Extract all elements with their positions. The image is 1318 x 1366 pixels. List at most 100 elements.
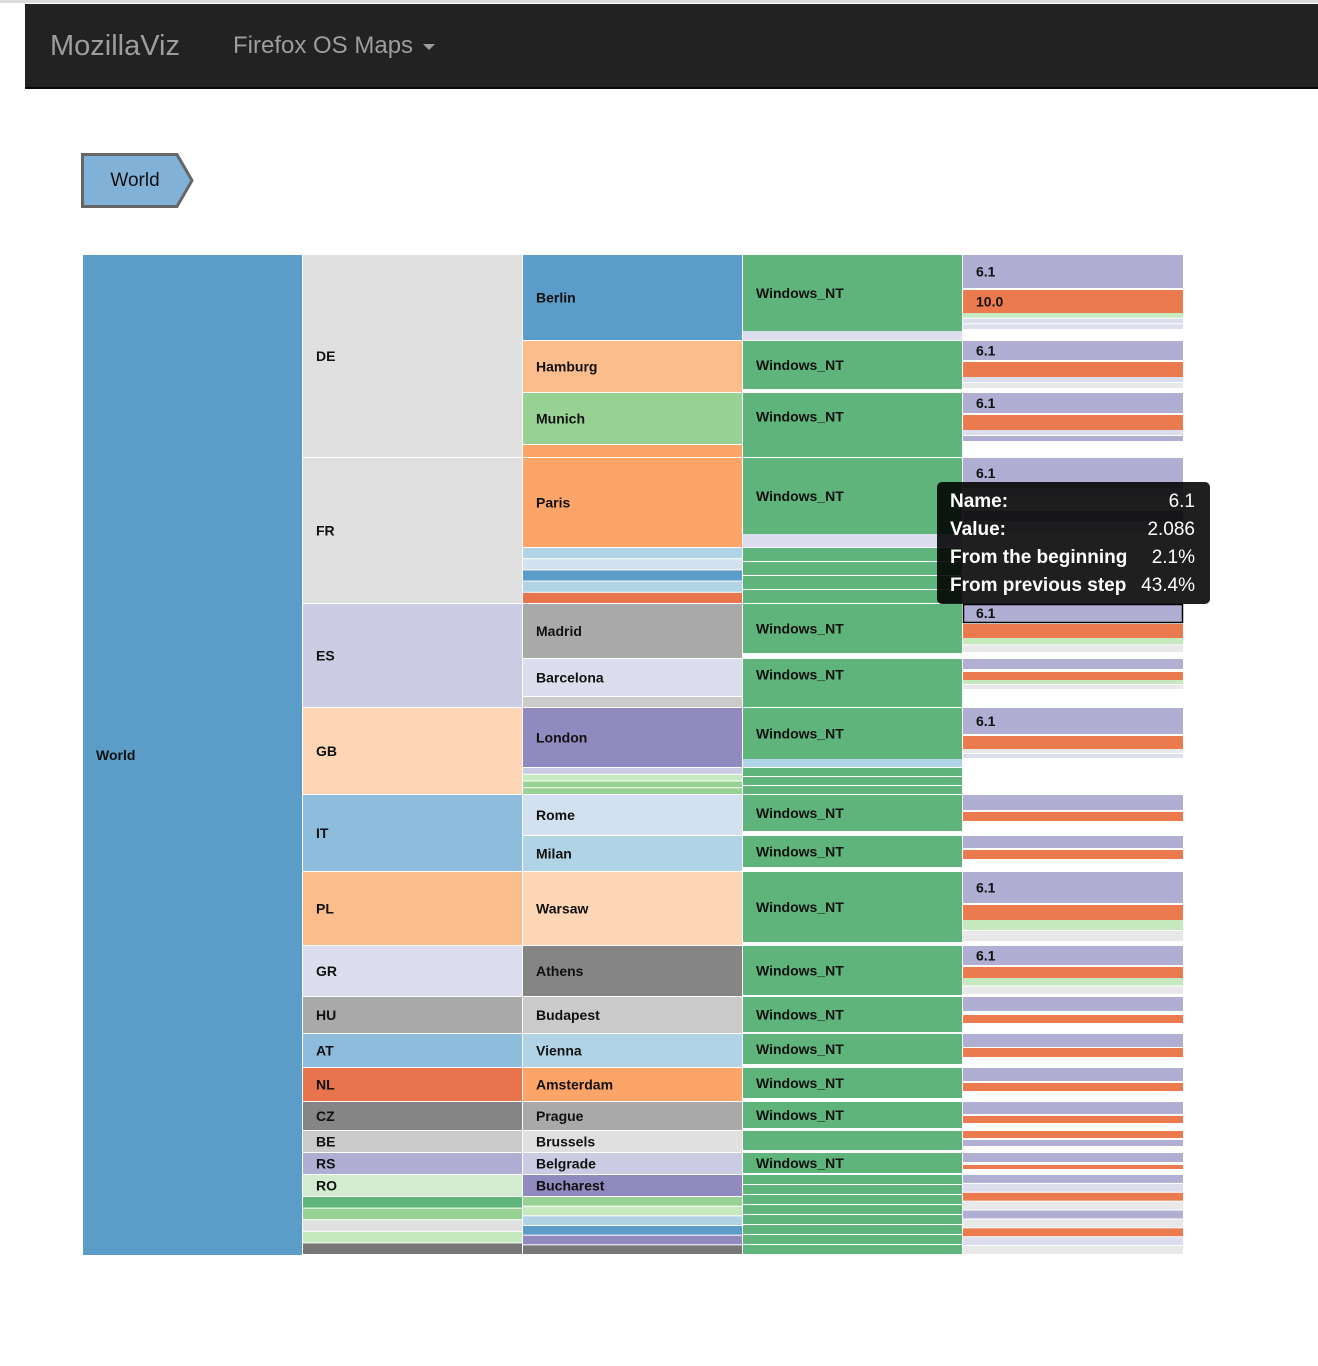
node-city-madrid[interactable]: Madrid (523, 604, 742, 658)
node-city-brussels[interactable]: Brussels (523, 1131, 742, 1152)
node-os-2-rest-strip-0[interactable] (743, 440, 962, 457)
node-country-other-strip-0[interactable] (303, 1197, 522, 1208)
node-os-0-rest-strip-0[interactable] (743, 331, 962, 340)
node-os-5-rest-strip-0[interactable] (743, 690, 962, 707)
node-city-es-other-strip-0[interactable] (523, 697, 742, 707)
node-os-3[interactable]: Windows_NT (743, 458, 962, 534)
node-version-other-strip-6[interactable] (963, 1228, 1183, 1237)
node-city-fr-other-strip-4[interactable] (523, 592, 742, 603)
node-city-fr-other-strip-0[interactable] (523, 548, 742, 559)
node-os-5[interactable]: Windows_NT (743, 659, 962, 690)
node-version-0-rest-strip-1[interactable] (963, 318, 1183, 324)
node-os-other-strip-6[interactable] (743, 1235, 962, 1244)
node-city-gb-other-strip-2[interactable] (523, 781, 742, 788)
node-version-15[interactable] (963, 836, 1183, 848)
node-city-fr-other-strip-2[interactable] (523, 570, 742, 581)
node-city-amsterdam[interactable]: Amsterdam (523, 1068, 742, 1101)
node-version-18[interactable] (963, 905, 1183, 920)
node-city-paris[interactable]: Paris (523, 458, 742, 547)
node-version-5-rest-strip-1[interactable] (963, 685, 1183, 689)
node-country-be[interactable]: BE (303, 1131, 522, 1152)
node-os-0[interactable]: Windows_NT (743, 255, 962, 331)
node-version-other-strip-5[interactable] (963, 1219, 1183, 1228)
node-version-21[interactable] (963, 997, 1183, 1011)
node-version-2-rest-strip-0[interactable] (963, 430, 1183, 435)
node-version-14[interactable] (963, 812, 1183, 821)
node-os-3-rest-strip-2[interactable] (743, 562, 962, 575)
node-country-de[interactable]: DE (303, 255, 522, 457)
node-city-belgrade[interactable]: Belgrade (523, 1153, 742, 1174)
node-country-at[interactable]: AT (303, 1034, 522, 1067)
node-city-other-strip-2[interactable] (523, 1216, 742, 1225)
node-version-2[interactable]: 6.1 (963, 341, 1183, 360)
node-version-26[interactable] (963, 1083, 1183, 1091)
node-city-bucharest[interactable]: Bucharest (523, 1175, 742, 1196)
node-os-other-strip-2[interactable] (743, 1195, 962, 1204)
node-os-2[interactable]: Windows_NT (743, 393, 962, 440)
node-os-10[interactable]: Windows_NT (743, 946, 962, 995)
node-country-nl[interactable]: NL (303, 1068, 522, 1101)
node-version-4-rest-strip-0[interactable] (963, 638, 1183, 645)
node-version-30[interactable] (963, 1140, 1183, 1146)
node-country-it[interactable]: IT (303, 795, 522, 871)
node-version-0-rest-strip-2[interactable] (963, 324, 1183, 329)
node-version-6-rest-strip-1[interactable] (963, 754, 1183, 758)
node-version-11[interactable]: 6.1 (963, 708, 1183, 734)
node-city-fr-other-strip-3[interactable] (523, 581, 742, 592)
node-version-20[interactable] (963, 967, 1183, 978)
node-os-14[interactable]: Windows_NT (743, 1102, 962, 1128)
node-city-london[interactable]: London (523, 708, 742, 767)
node-os-6-rest-strip-3[interactable] (743, 786, 962, 794)
node-version-9-rest-strip-0[interactable] (963, 920, 1183, 930)
node-version-other-strip-3[interactable] (963, 1201, 1183, 1210)
node-version-1[interactable]: 10.0 (963, 290, 1183, 313)
node-city-other-strip-0[interactable] (523, 1197, 742, 1206)
node-version-25[interactable] (963, 1068, 1183, 1081)
node-city-other-strip-5[interactable] (523, 1245, 742, 1254)
node-os-other-strip-0[interactable] (743, 1175, 962, 1184)
node-version-other-strip-7[interactable] (963, 1237, 1183, 1246)
node-os-13[interactable]: Windows_NT (743, 1068, 962, 1098)
node-version-5[interactable] (963, 415, 1183, 430)
node-os-6-rest-strip-1[interactable] (743, 768, 962, 776)
node-country-hu[interactable]: HU (303, 997, 522, 1033)
node-os-16[interactable]: Windows_NT (743, 1153, 962, 1173)
node-city-warsaw[interactable]: Warsaw (523, 872, 742, 945)
node-version-other-strip-1[interactable] (963, 1183, 1183, 1192)
node-os-3-rest-strip-1[interactable] (743, 548, 962, 561)
node-os-9[interactable]: Windows_NT (743, 872, 962, 942)
node-os-6-rest-strip-2[interactable] (743, 777, 962, 785)
node-city-gb-other-strip-0[interactable] (523, 768, 742, 774)
node-version-31[interactable] (963, 1153, 1183, 1162)
node-version-4-rest-strip-1[interactable] (963, 645, 1183, 653)
node-version-1-rest-strip-1[interactable] (963, 383, 1183, 388)
node-country-es[interactable]: ES (303, 604, 522, 707)
node-version-other-strip-0[interactable] (963, 1175, 1183, 1183)
node-version-29[interactable] (963, 1131, 1183, 1138)
node-version-12[interactable] (963, 736, 1183, 749)
node-country-gb[interactable]: GB (303, 708, 522, 794)
node-version-8[interactable] (963, 624, 1183, 638)
node-os-6[interactable]: Windows_NT (743, 708, 962, 759)
node-city-hamburg[interactable]: Hamburg (523, 341, 742, 392)
node-version-9[interactable] (963, 659, 1183, 669)
node-version-6-rest-strip-0[interactable] (963, 749, 1183, 753)
node-version-9-rest-strip-1[interactable] (963, 931, 1183, 941)
node-version-4[interactable]: 6.1 (963, 393, 1183, 413)
node-version-10[interactable] (963, 672, 1183, 680)
node-city-munich[interactable]: Munich (523, 393, 742, 444)
node-city-berlin[interactable]: Berlin (523, 255, 742, 340)
node-country-gr[interactable]: GR (303, 946, 522, 996)
node-country-ro[interactable]: RO (303, 1175, 522, 1196)
node-city-budapest[interactable]: Budapest (523, 997, 742, 1033)
node-version-28[interactable] (963, 1116, 1183, 1123)
node-city-prague[interactable]: Prague (523, 1102, 742, 1130)
node-version-10-rest-strip-1[interactable] (963, 986, 1183, 995)
node-version-24[interactable] (963, 1048, 1183, 1057)
node-os-other-strip-7[interactable] (743, 1245, 962, 1254)
node-version-22[interactable] (963, 1015, 1183, 1023)
node-os-3-rest-strip-0[interactable] (743, 534, 962, 547)
node-city-gb-other-strip-3[interactable] (523, 788, 742, 794)
node-os-4[interactable]: Windows_NT (743, 604, 962, 653)
brand-link[interactable]: MozillaViz (50, 29, 180, 63)
